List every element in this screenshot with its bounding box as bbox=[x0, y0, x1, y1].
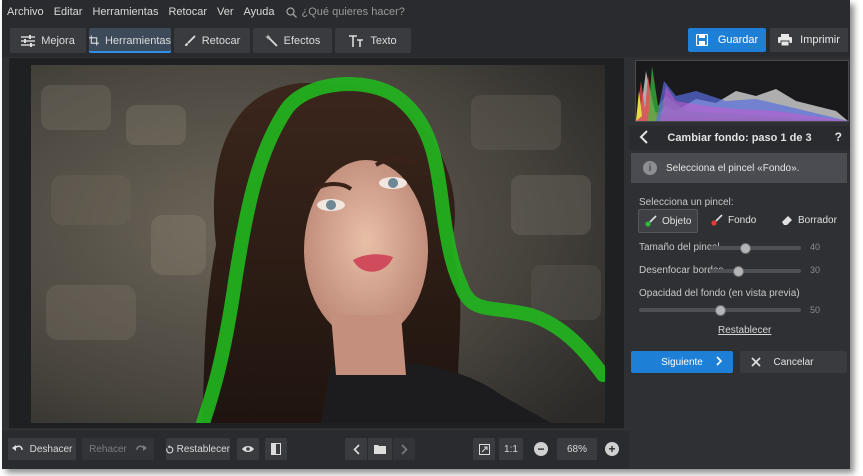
brush-label: Fondo bbox=[728, 214, 757, 226]
text-icon bbox=[349, 34, 364, 47]
print-label: Imprimir bbox=[800, 34, 840, 46]
blur-edges-value: 30 bbox=[810, 265, 821, 275]
bg-opacity-knob[interactable] bbox=[715, 305, 726, 316]
brush-size-knob[interactable] bbox=[740, 243, 751, 254]
cancel-label: Cancelar bbox=[773, 356, 814, 368]
crop-icon bbox=[89, 35, 99, 46]
back-arrow-icon[interactable] bbox=[639, 130, 649, 144]
tab-mejora[interactable]: Mejora bbox=[10, 28, 86, 53]
eye-icon bbox=[242, 446, 254, 452]
next-label: Siguiente bbox=[661, 356, 703, 368]
chevron-right-icon bbox=[400, 443, 408, 455]
fit-screen-button[interactable] bbox=[473, 438, 495, 460]
brush-fondo-button[interactable]: Fondo bbox=[705, 209, 761, 231]
bg-opacity-label: Opacidad del fondo (en vista previa) bbox=[639, 288, 800, 299]
zoom-level[interactable]: 68% bbox=[557, 438, 597, 460]
next-button[interactable]: Siguiente bbox=[631, 351, 733, 373]
tab-label: Mejora bbox=[41, 34, 75, 47]
image-canvas[interactable] bbox=[9, 58, 624, 428]
compare-icon bbox=[271, 443, 281, 455]
printer-icon bbox=[778, 34, 793, 46]
magic-wand-icon bbox=[264, 34, 278, 47]
blur-edges-knob[interactable] bbox=[733, 266, 744, 277]
panel-title: Cambiar fondo: paso 1 de 3 bbox=[667, 132, 812, 144]
brush-label: Borrador bbox=[798, 214, 837, 226]
zoom-in-icon[interactable]: + bbox=[605, 442, 619, 456]
tab-efectos[interactable]: Efectos bbox=[253, 28, 332, 53]
cancel-button[interactable]: Cancelar bbox=[740, 351, 847, 373]
photo-portrait[interactable] bbox=[31, 65, 605, 423]
zoom-value: 68% bbox=[566, 443, 587, 455]
brush-select-label: Selecciona un pincel: bbox=[639, 197, 734, 208]
menu-retocar[interactable]: Retocar bbox=[163, 6, 212, 18]
tab-herramientas[interactable]: Herramientas bbox=[89, 28, 171, 53]
undo-label: Deshacer bbox=[29, 443, 73, 455]
compare-button[interactable] bbox=[265, 438, 287, 460]
save-label: Guardar bbox=[717, 34, 759, 46]
menu-archivo[interactable]: Archivo bbox=[2, 6, 49, 18]
tab-texto[interactable]: Texto bbox=[335, 28, 411, 53]
command-search[interactable]: ¿Qué quieres hacer? bbox=[285, 6, 405, 18]
search-icon bbox=[285, 6, 297, 18]
tab-label: Texto bbox=[370, 34, 397, 47]
panel-reset-link[interactable]: Restablecer bbox=[718, 325, 771, 336]
info-message: i Selecciona el pincel «Fondo». bbox=[631, 153, 847, 183]
tab-label: Efectos bbox=[283, 34, 321, 47]
zoom-actual-label: 1:1 bbox=[504, 443, 518, 455]
brush-label: Objeto bbox=[662, 215, 692, 227]
save-button[interactable]: Guardar bbox=[688, 28, 766, 52]
tab-label: Herramientas bbox=[104, 34, 171, 47]
brush-red-icon bbox=[711, 214, 723, 226]
sliders-icon bbox=[21, 34, 36, 47]
folder-icon bbox=[374, 445, 386, 454]
reset-icon bbox=[166, 444, 174, 453]
bg-opacity-value: 50 bbox=[810, 305, 821, 315]
zoom-actual-button[interactable]: 1:1 bbox=[499, 438, 523, 460]
brush-green-icon bbox=[645, 215, 657, 227]
redo-button[interactable]: Rehacer bbox=[82, 438, 154, 460]
menu-ayuda[interactable]: Ayuda bbox=[239, 6, 280, 18]
redo-icon bbox=[136, 445, 147, 451]
zoom-out-icon[interactable]: − bbox=[534, 442, 548, 456]
eraser-icon bbox=[782, 216, 792, 225]
brush-size-value: 40 bbox=[810, 242, 821, 252]
brush-size-label: Tamaño del pincel bbox=[639, 242, 720, 253]
right-panel: Cambiar fondo: paso 1 de 3 ? i Seleccion… bbox=[629, 58, 850, 469]
next-image-button[interactable] bbox=[393, 438, 415, 460]
tab-label: Retocar bbox=[201, 34, 241, 47]
help-icon[interactable]: ? bbox=[835, 130, 842, 144]
info-text: Selecciona el pincel «Fondo». bbox=[666, 162, 800, 174]
app-window: Archivo Editar Herramientas Retocar Ver … bbox=[2, 0, 850, 469]
menu-bar: Archivo Editar Herramientas Retocar Ver … bbox=[2, 0, 850, 24]
reset-button[interactable]: Restablecer bbox=[166, 438, 230, 460]
reset-label: Restablecer bbox=[176, 443, 230, 455]
brush-size-slider[interactable] bbox=[709, 246, 801, 250]
print-button[interactable]: Imprimir bbox=[770, 28, 848, 52]
floppy-disk-icon bbox=[695, 34, 708, 46]
redo-label: Rehacer bbox=[89, 443, 127, 455]
portrait-image bbox=[31, 65, 605, 423]
prev-image-button[interactable] bbox=[345, 438, 367, 460]
menu-herramientas[interactable]: Herramientas bbox=[87, 6, 163, 18]
fit-screen-icon bbox=[478, 443, 490, 455]
eraser-button[interactable]: Borrador bbox=[781, 209, 843, 231]
panel-header: Cambiar fondo: paso 1 de 3 ? bbox=[629, 126, 850, 150]
info-icon: i bbox=[643, 161, 657, 175]
chevron-left-icon bbox=[352, 443, 360, 455]
bottom-bar: Deshacer Rehacer Restablecer 1:1 − 68% + bbox=[2, 431, 629, 469]
undo-icon bbox=[11, 445, 23, 451]
brush-icon bbox=[184, 34, 196, 46]
histogram bbox=[635, 60, 849, 122]
brush-objeto-button[interactable]: Objeto bbox=[638, 209, 698, 233]
menu-editar[interactable]: Editar bbox=[49, 6, 88, 18]
chevron-right-icon bbox=[716, 356, 723, 366]
menu-ver[interactable]: Ver bbox=[212, 6, 239, 18]
preview-button[interactable] bbox=[237, 438, 259, 460]
undo-button[interactable]: Deshacer bbox=[8, 438, 76, 460]
open-folder-button[interactable] bbox=[368, 438, 392, 460]
blur-edges-slider[interactable] bbox=[709, 269, 801, 273]
tab-retocar[interactable]: Retocar bbox=[174, 28, 250, 53]
search-placeholder: ¿Qué quieres hacer? bbox=[301, 6, 405, 18]
close-icon bbox=[751, 357, 761, 367]
